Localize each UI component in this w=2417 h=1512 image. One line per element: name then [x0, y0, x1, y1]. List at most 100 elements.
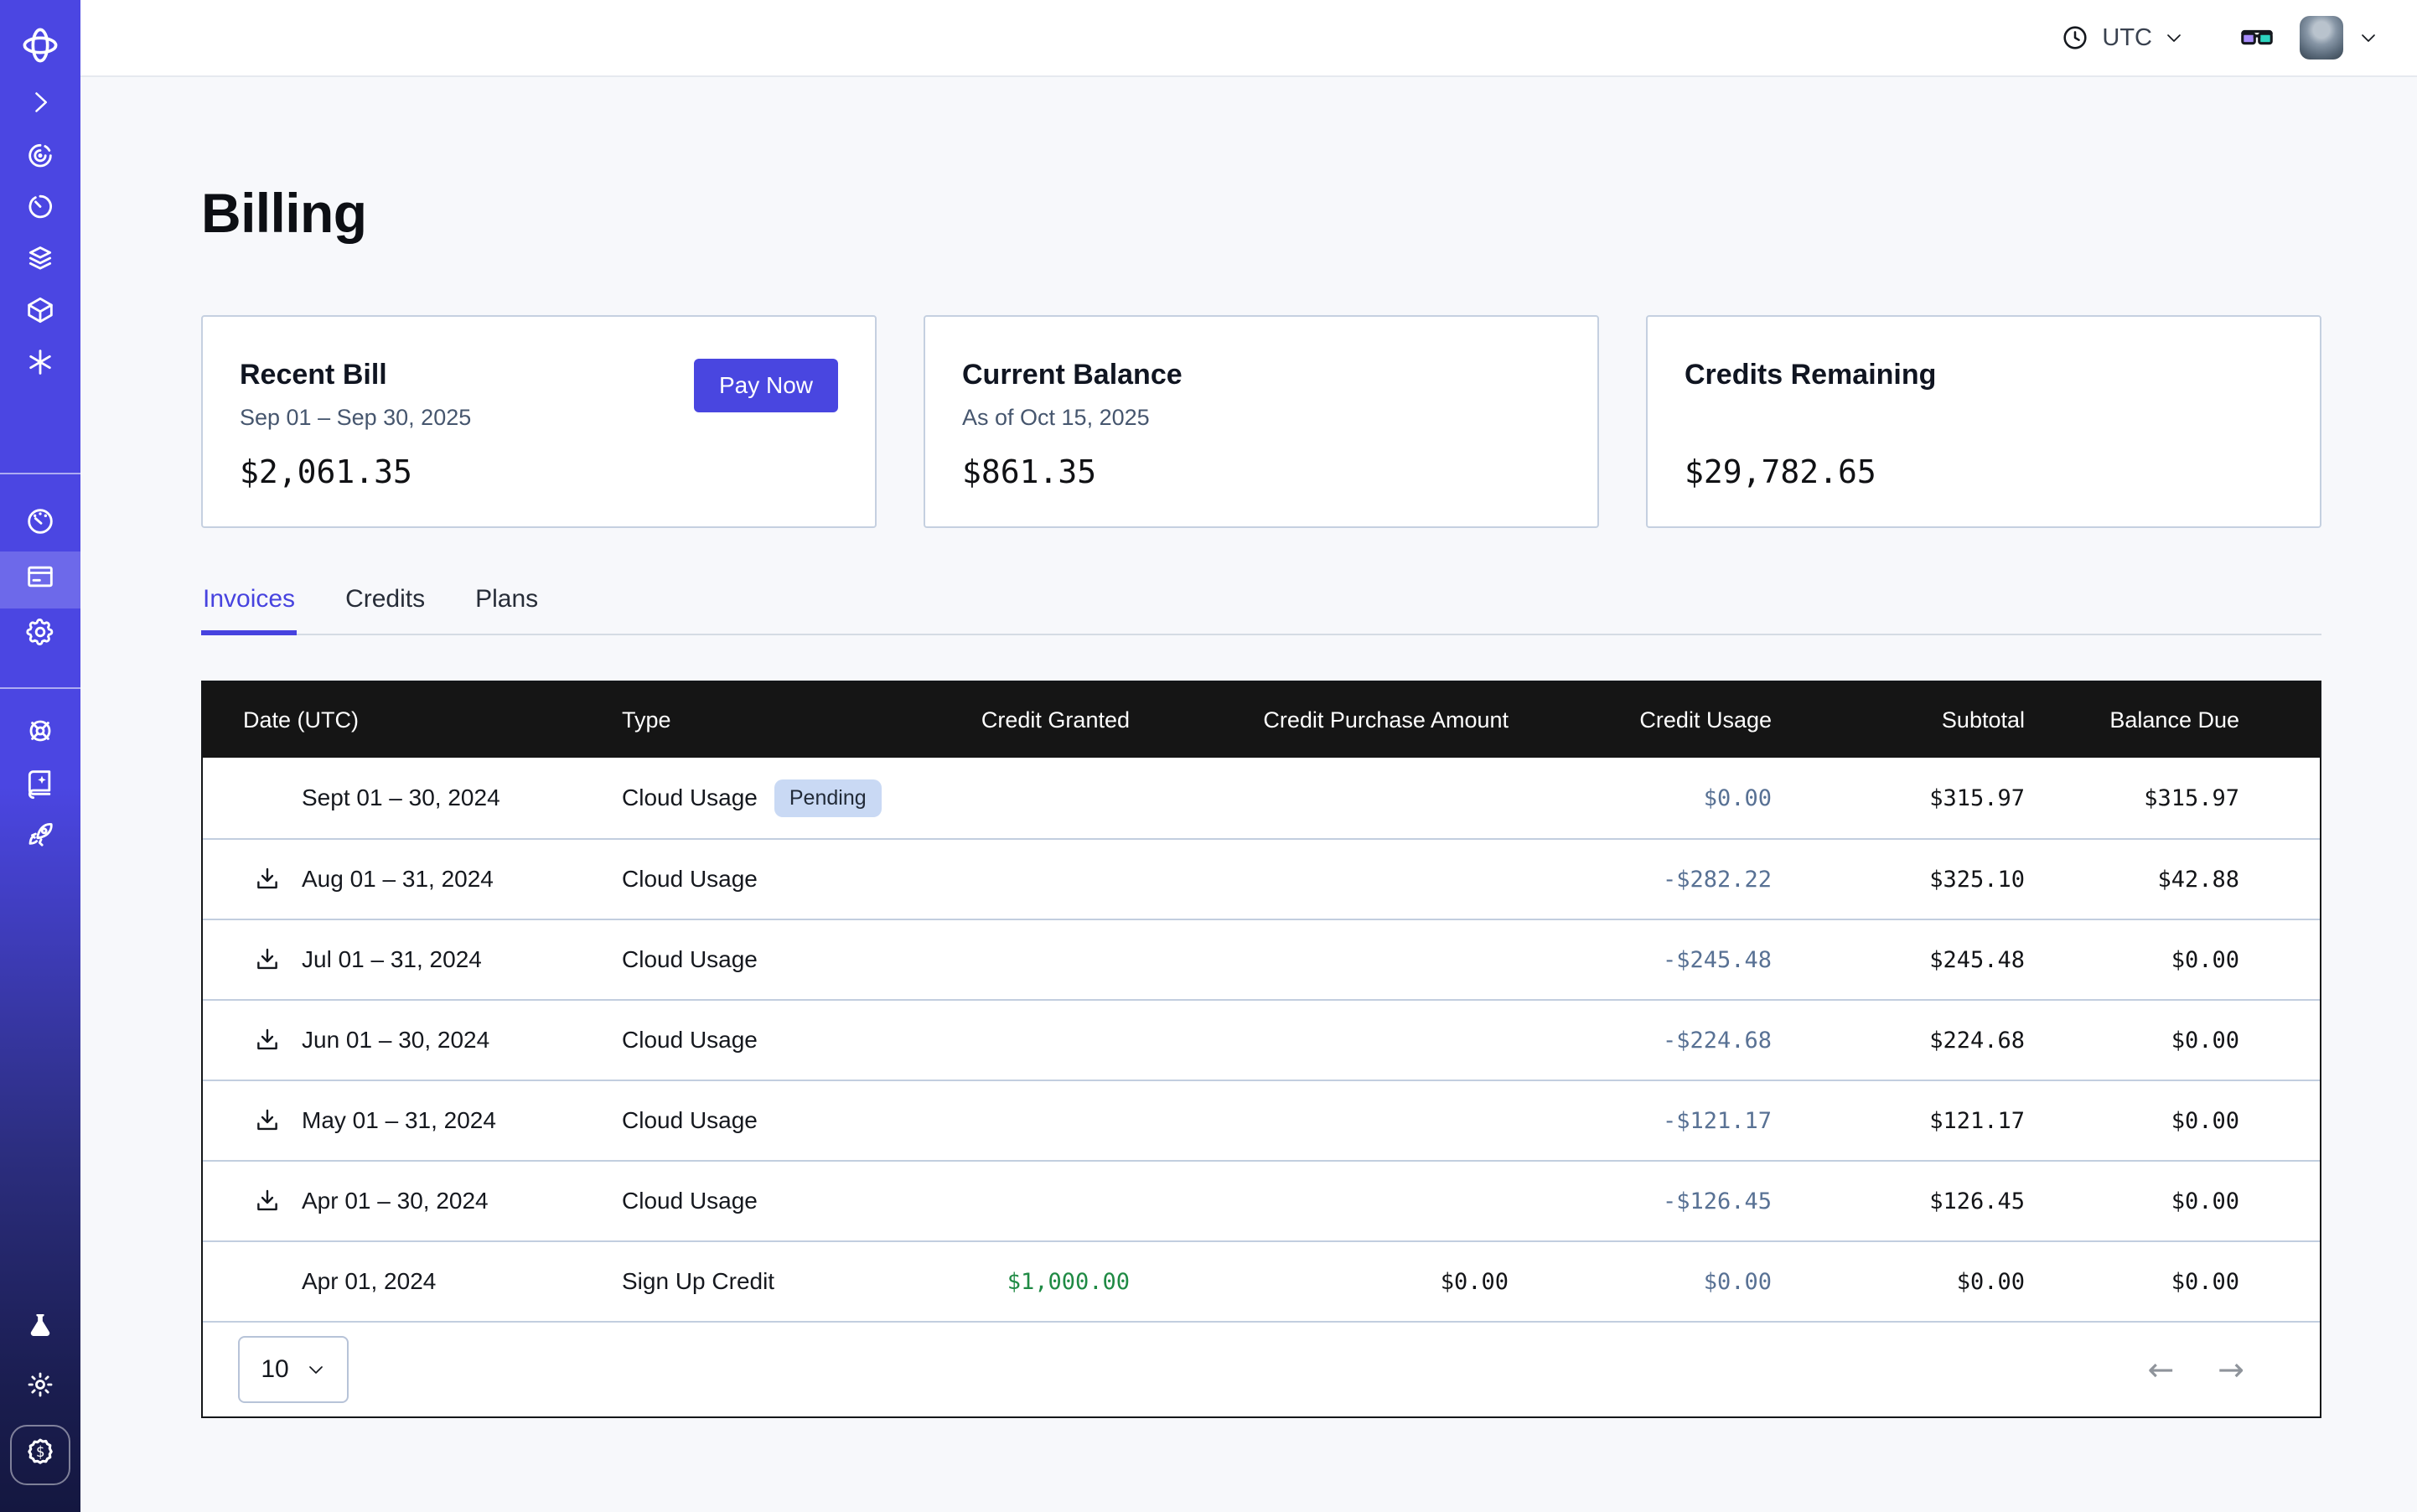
page-title: Billing	[201, 181, 2321, 245]
sidebar-item-launch[interactable]	[0, 815, 80, 862]
invoice-date: Jul 01 – 31, 2024	[302, 946, 482, 973]
invoice-date: Apr 01 – 30, 2024	[302, 1188, 489, 1214]
invoice-type: Sign Up Credit	[622, 1268, 774, 1295]
table-row[interactable]: Aug 01 – 31, 2024 Cloud Usage -$282.22 $…	[203, 838, 2320, 919]
dollar-badge-icon: $	[22, 1433, 59, 1477]
history-timer-icon	[23, 189, 57, 230]
sidebar-item-cube[interactable]	[0, 290, 80, 337]
table-row[interactable]: May 01 – 31, 2024 Cloud Usage -$121.17 $…	[203, 1080, 2320, 1160]
page-size-value: 10	[261, 1355, 288, 1384]
gauge-icon	[23, 505, 57, 545]
subtotal-value: $245.48	[1772, 947, 2025, 973]
sidebar-item-wheel[interactable]	[0, 711, 80, 758]
layers-icon	[23, 241, 57, 282]
chevron-right-icon	[25, 87, 55, 124]
subtotal-value: $0.00	[1772, 1269, 2025, 1295]
subtotal-value: $325.10	[1772, 867, 2025, 893]
invoice-type: Cloud Usage	[622, 784, 758, 811]
subtotal-value: $224.68	[1772, 1028, 2025, 1054]
invoice-date: Apr 01, 2024	[302, 1268, 436, 1295]
current-balance-amount: $861.35	[962, 453, 1560, 490]
invoice-type: Cloud Usage	[622, 1027, 758, 1054]
billing-page: Billing Recent Bill Sep 01 – Sep 30, 202…	[80, 77, 2417, 1512]
balance-due-value: $0.00	[2025, 1269, 2320, 1295]
invoice-type: Cloud Usage	[622, 1188, 758, 1214]
table-row[interactable]: Jul 01 – 31, 2024 Cloud Usage -$245.48 $…	[203, 919, 2320, 999]
balance-due-value: $0.00	[2025, 1188, 2320, 1214]
expand-sidebar-button[interactable]	[0, 82, 80, 129]
credit-purchase-value: $0.00	[1130, 1269, 1509, 1295]
subtotal-value: $315.97	[1772, 785, 2025, 811]
sidebar-item-layers[interactable]	[0, 238, 80, 285]
tab-plans[interactable]: Plans	[474, 585, 540, 634]
invoice-date: Jun 01 – 30, 2024	[302, 1027, 489, 1054]
credit-usage-value: -$245.48	[1509, 947, 1772, 973]
credits-remaining-amount: $29,782.65	[1685, 453, 2283, 490]
asterisk-icon	[23, 345, 57, 386]
flask-icon	[23, 1309, 57, 1349]
sidebar-item-experiments[interactable]	[0, 1306, 80, 1353]
download-invoice-icon[interactable]	[253, 1026, 282, 1054]
invoice-date: Sept 01 – 30, 2024	[302, 784, 500, 811]
sidebar-item-radar[interactable]	[0, 134, 80, 181]
table-body: Sept 01 – 30, 2024 Cloud Usage Pending $…	[203, 758, 2320, 1321]
download-invoice-icon[interactable]	[253, 945, 282, 974]
pay-now-button[interactable]: Pay Now	[694, 359, 838, 412]
tab-invoices[interactable]: Invoices	[201, 585, 297, 634]
rocket-icon	[23, 818, 57, 858]
app-window: $ UTC Billing Recent Bill Sep 01 – Sep 3…	[0, 0, 2417, 1512]
avatar[interactable]	[2300, 16, 2343, 60]
download-invoice-icon[interactable]	[253, 1106, 282, 1135]
chevron-down-icon[interactable]	[2358, 28, 2378, 48]
sidebar-item-billing[interactable]	[0, 551, 80, 608]
topbar: UTC	[80, 0, 2417, 77]
sidebar-item-usage[interactable]	[0, 498, 80, 551]
sidebar-item-docs[interactable]	[0, 763, 80, 810]
timezone-label: UTC	[2102, 24, 2152, 52]
table-row[interactable]: Sept 01 – 30, 2024 Cloud Usage Pending $…	[203, 758, 2320, 838]
invoice-date: May 01 – 31, 2024	[302, 1107, 496, 1134]
tab-credits[interactable]: Credits	[344, 585, 427, 634]
invoice-date: Aug 01 – 31, 2024	[302, 866, 494, 893]
chevron-down-icon	[2164, 28, 2184, 48]
billing-card-icon	[23, 560, 57, 600]
column-header-credit-purchase: Credit Purchase Amount	[1130, 707, 1509, 733]
settings-gear-icon	[23, 615, 57, 655]
balance-due-value: $315.97	[2025, 785, 2320, 811]
logo-orbit-icon[interactable]	[18, 23, 62, 67]
column-header-subtotal: Subtotal	[1772, 707, 2025, 733]
docs-book-icon	[23, 766, 57, 806]
card-subtitle: As of Oct 15, 2025	[962, 405, 1560, 433]
balance-due-value: $0.00	[2025, 1108, 2320, 1134]
download-invoice-icon[interactable]	[253, 1187, 282, 1215]
recent-bill-card: Recent Bill Sep 01 – Sep 30, 2025 $2,061…	[201, 315, 877, 528]
invoice-type: Cloud Usage	[622, 946, 758, 973]
glasses-icon[interactable]	[2238, 18, 2276, 57]
timezone-selector[interactable]: UTC	[2060, 23, 2184, 53]
page-size-select[interactable]: 10	[238, 1336, 349, 1403]
previous-page-button[interactable]: ←	[2147, 1354, 2174, 1385]
table-footer: 10 ← →	[203, 1321, 2320, 1416]
radar-eye-icon	[23, 137, 57, 178]
credit-usage-value: -$121.17	[1509, 1108, 1772, 1134]
balance-due-value: $0.00	[2025, 947, 2320, 973]
credit-usage-value: $0.00	[1509, 785, 1772, 811]
sidebar-item-history[interactable]	[0, 186, 80, 233]
sidebar-divider	[0, 473, 80, 474]
subtotal-value: $126.45	[1772, 1188, 2025, 1214]
card-subtitle	[1685, 405, 2283, 433]
credit-usage-value: -$126.45	[1509, 1188, 1772, 1214]
table-row[interactable]: Apr 01 – 30, 2024 Cloud Usage -$126.45 $…	[203, 1160, 2320, 1240]
sidebar-item-theme[interactable]	[0, 1364, 80, 1411]
next-page-button[interactable]: →	[2218, 1354, 2244, 1385]
table-row[interactable]: Jun 01 – 30, 2024 Cloud Usage -$224.68 $…	[203, 999, 2320, 1080]
credit-usage-value: -$224.68	[1509, 1028, 1772, 1054]
sidebar-item-asterisk[interactable]	[0, 342, 80, 389]
table-row[interactable]: Apr 01, 2024 Sign Up Credit $1,000.00 $0…	[203, 1240, 2320, 1321]
download-invoice-icon[interactable]	[253, 865, 282, 893]
cube-icon	[23, 293, 57, 334]
table-header: Date (UTC) Type Credit Granted Credit Pu…	[203, 682, 2320, 758]
pricing-button[interactable]: $	[10, 1425, 70, 1485]
balance-due-value: $42.88	[2025, 867, 2320, 893]
sidebar-item-settings[interactable]	[0, 608, 80, 662]
